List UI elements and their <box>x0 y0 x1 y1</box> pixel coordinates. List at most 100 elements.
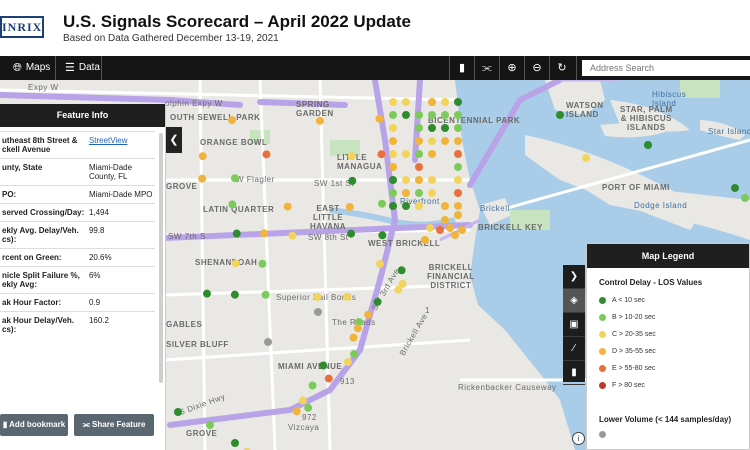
signal-marker[interactable] <box>298 396 307 405</box>
signal-marker[interactable] <box>288 231 297 240</box>
panel-scrollbar[interactable] <box>159 133 163 383</box>
signal-marker[interactable] <box>350 350 359 359</box>
signal-marker[interactable] <box>375 114 384 123</box>
signal-marker[interactable] <box>228 116 237 125</box>
signal-marker[interactable] <box>454 189 462 197</box>
signal-marker[interactable] <box>375 260 384 269</box>
maps-button[interactable]: 🌐︎ Maps <box>13 56 50 80</box>
signal-marker[interactable] <box>428 150 436 158</box>
signal-marker[interactable] <box>264 338 272 346</box>
share-feature-button[interactable]: ⫘ Share Feature <box>74 414 154 436</box>
signal-marker[interactable] <box>428 98 436 106</box>
signal-marker[interactable] <box>454 98 462 106</box>
signal-marker[interactable] <box>426 224 434 232</box>
signal-marker[interactable] <box>402 98 410 106</box>
signal-marker[interactable] <box>454 202 462 210</box>
signal-marker[interactable] <box>394 285 403 294</box>
signal-marker[interactable] <box>261 290 270 299</box>
signal-marker[interactable] <box>228 200 237 209</box>
signal-marker[interactable] <box>377 199 386 208</box>
signal-marker[interactable] <box>415 124 423 132</box>
signal-marker[interactable] <box>415 202 423 210</box>
signal-marker[interactable] <box>415 189 423 197</box>
signal-marker[interactable] <box>441 111 449 119</box>
signal-marker[interactable] <box>292 407 301 416</box>
signal-marker[interactable] <box>441 216 449 224</box>
signal-marker[interactable] <box>389 124 397 132</box>
ruler-icon[interactable]: ∕ <box>563 337 585 361</box>
signal-marker[interactable] <box>349 333 358 342</box>
signal-marker[interactable] <box>741 194 749 202</box>
signal-marker[interactable] <box>258 259 267 268</box>
signal-marker[interactable] <box>389 163 397 171</box>
signal-marker[interactable] <box>389 189 397 197</box>
signal-marker[interactable] <box>260 229 269 238</box>
signal-marker[interactable] <box>230 290 239 299</box>
signal-marker[interactable] <box>402 150 410 158</box>
signal-marker[interactable] <box>308 381 317 390</box>
signal-marker[interactable] <box>428 111 436 119</box>
signal-marker[interactable] <box>389 98 397 106</box>
signal-marker[interactable] <box>415 137 423 145</box>
signal-marker[interactable] <box>343 292 352 301</box>
signal-marker[interactable] <box>428 137 436 145</box>
signal-marker[interactable] <box>283 202 292 211</box>
add-bookmark-button[interactable]: ▮ Add bookmark <box>0 414 68 436</box>
signal-marker[interactable] <box>347 229 356 238</box>
signal-marker[interactable] <box>377 150 386 159</box>
signal-marker[interactable] <box>343 358 352 367</box>
info-icon[interactable]: i <box>572 432 585 445</box>
signal-marker[interactable] <box>202 289 211 298</box>
collapse-panel-button[interactable]: ❮ <box>166 127 182 153</box>
signal-marker[interactable] <box>428 176 436 184</box>
signal-marker[interactable] <box>441 98 449 106</box>
share-icon[interactable]: ⫘ <box>475 56 499 80</box>
signal-marker[interactable] <box>582 154 590 162</box>
signal-marker[interactable] <box>174 408 182 416</box>
signal-marker[interactable] <box>644 141 652 149</box>
signal-marker[interactable] <box>348 176 357 185</box>
signal-marker[interactable] <box>345 202 354 211</box>
chevron-right-icon[interactable]: ❯ <box>563 265 585 289</box>
signal-marker[interactable] <box>731 184 739 192</box>
streetview-link[interactable]: StreetView <box>89 136 128 145</box>
address-search-input[interactable] <box>582 60 750 76</box>
signal-marker[interactable] <box>198 174 207 183</box>
signal-marker[interactable] <box>421 236 429 244</box>
signal-marker[interactable] <box>324 374 333 383</box>
signal-marker[interactable] <box>353 324 362 333</box>
signal-marker[interactable] <box>389 150 397 158</box>
signal-marker[interactable] <box>441 124 449 132</box>
signal-marker[interactable] <box>441 137 449 145</box>
signal-marker[interactable] <box>314 308 322 316</box>
signal-marker[interactable] <box>347 152 356 161</box>
signal-marker[interactable] <box>364 310 373 319</box>
signal-marker[interactable] <box>319 361 328 370</box>
signal-marker[interactable] <box>389 176 397 184</box>
bookmark-icon[interactable]: ▮ <box>450 56 474 80</box>
signal-marker[interactable] <box>304 403 313 412</box>
signal-marker[interactable] <box>415 176 423 184</box>
signal-marker[interactable] <box>206 421 214 429</box>
bookmark-icon[interactable]: ▮ <box>563 361 585 385</box>
signal-marker[interactable] <box>389 202 397 210</box>
signal-marker[interactable] <box>415 163 423 171</box>
signal-marker[interactable] <box>262 150 271 159</box>
signal-marker[interactable] <box>198 152 207 161</box>
layers-icon[interactable]: ◈ <box>563 289 585 313</box>
signal-marker[interactable] <box>397 266 406 275</box>
zoom-in-icon[interactable]: ⊕ <box>500 56 524 80</box>
signal-marker[interactable] <box>446 224 454 232</box>
signal-marker[interactable] <box>454 211 462 219</box>
signal-marker[interactable] <box>458 226 466 234</box>
signal-marker[interactable] <box>454 163 462 171</box>
signal-marker[interactable] <box>231 259 240 268</box>
refresh-icon[interactable]: ↻ <box>550 56 574 80</box>
signal-marker[interactable] <box>313 292 322 301</box>
zoom-out-icon[interactable]: ⊖ <box>525 56 549 80</box>
signal-marker[interactable] <box>402 189 410 197</box>
signal-marker[interactable] <box>454 111 462 119</box>
signal-marker[interactable] <box>454 150 462 158</box>
signal-marker[interactable] <box>232 229 241 238</box>
signal-marker[interactable] <box>373 297 382 306</box>
